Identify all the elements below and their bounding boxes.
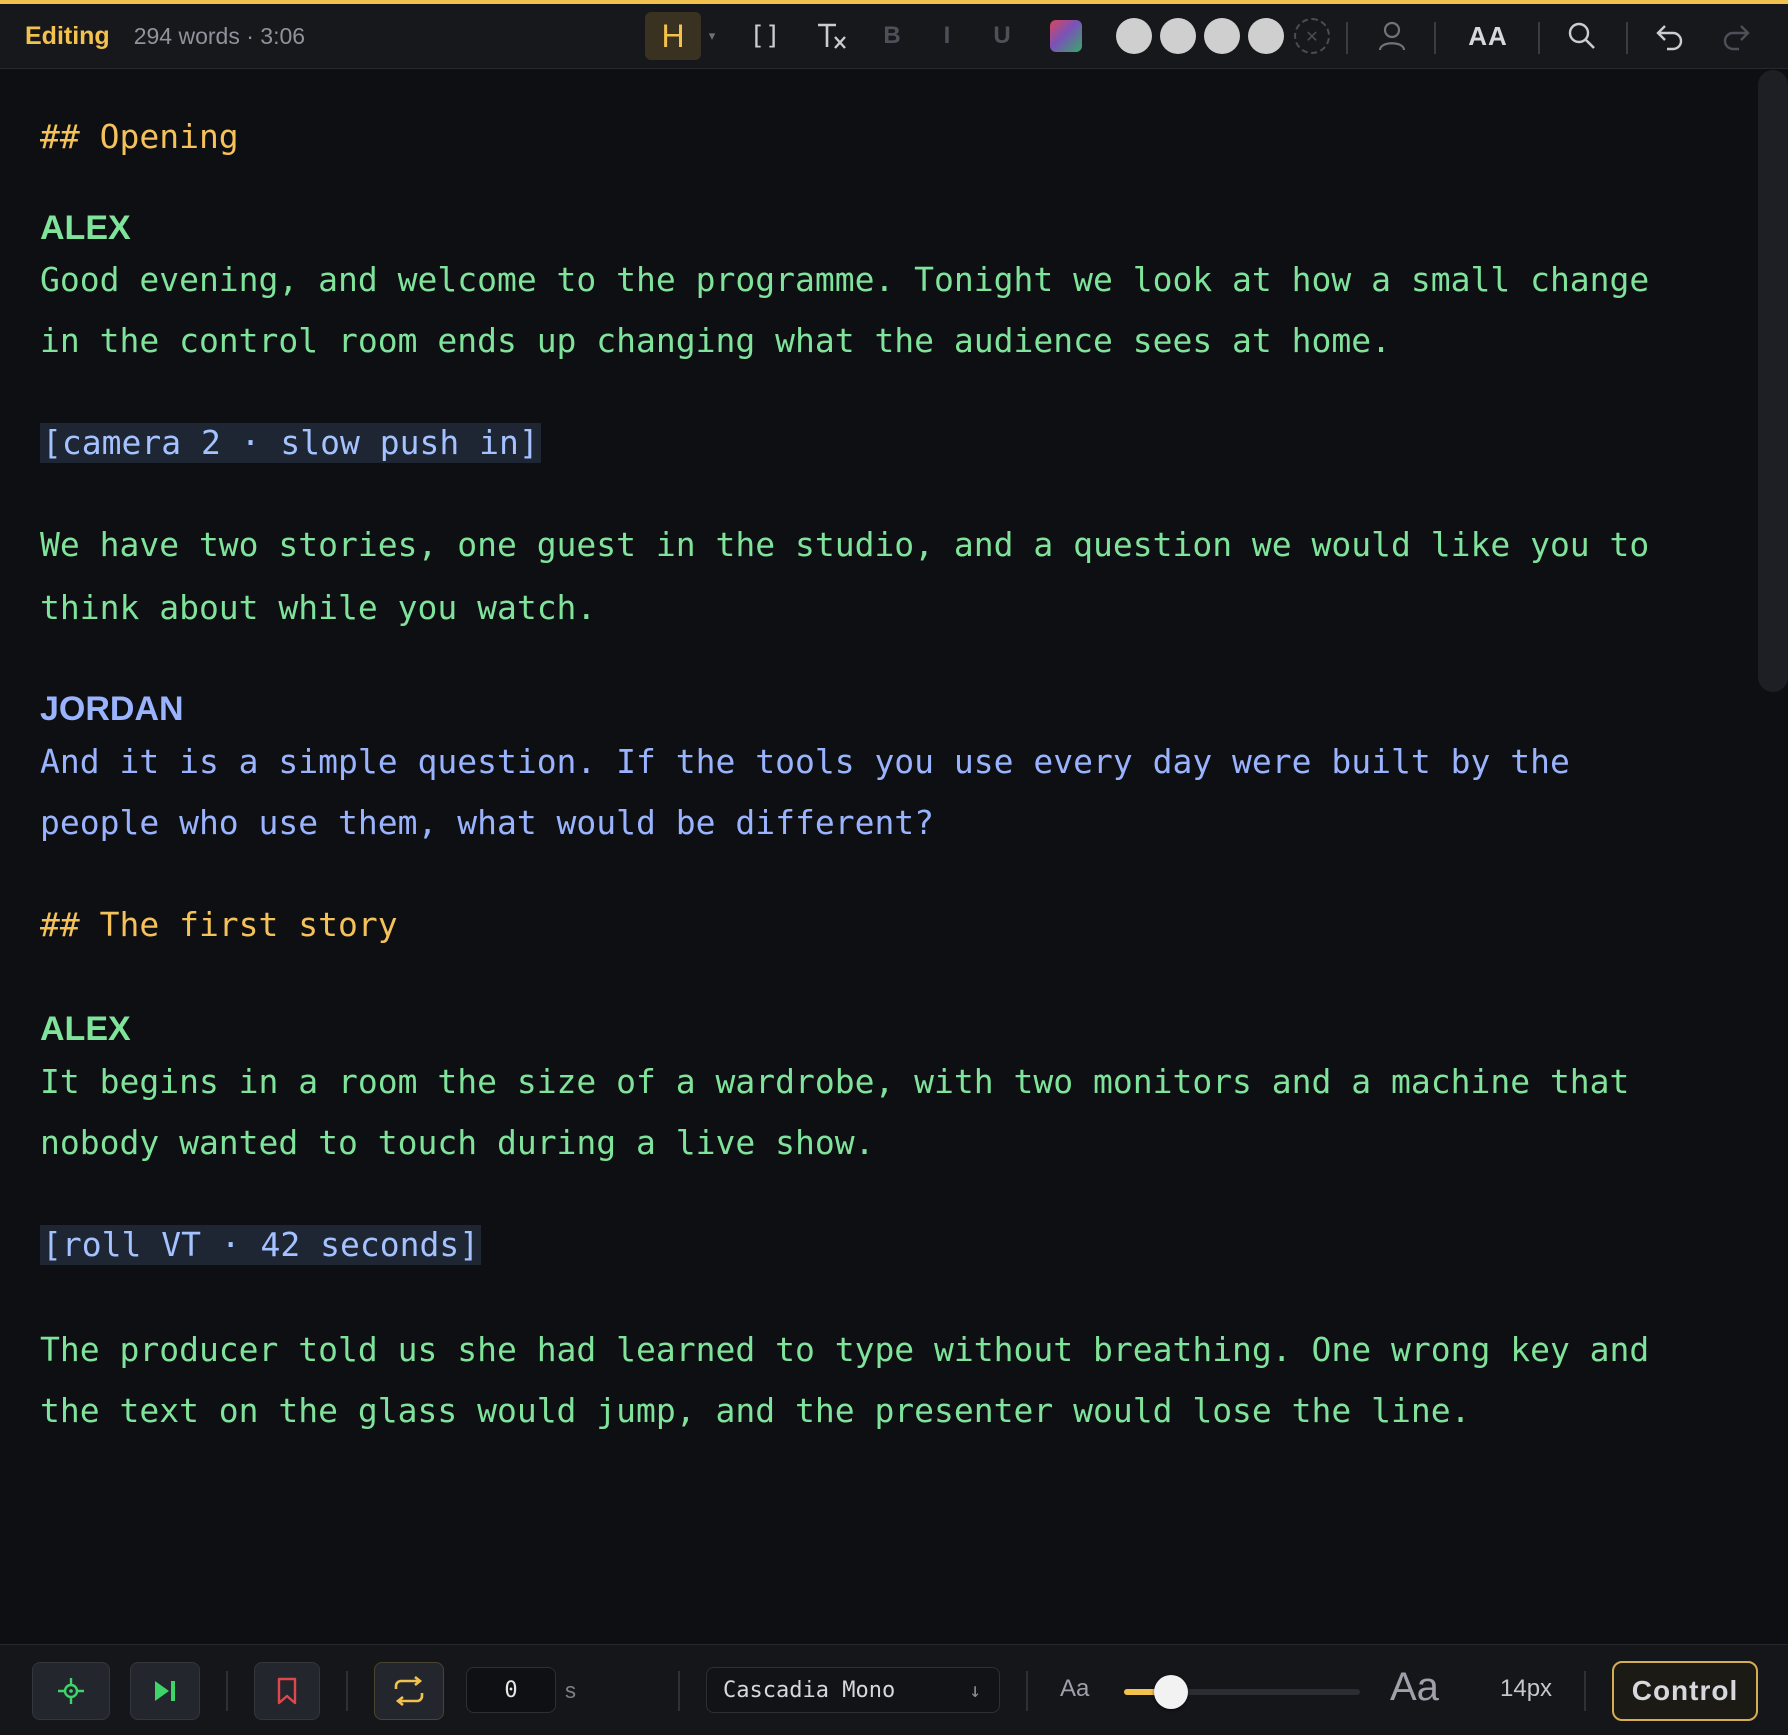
color-dot-3[interactable] bbox=[1202, 12, 1242, 60]
dialogue-line: people who use them, what would be diffe… bbox=[40, 803, 935, 842]
control-divider bbox=[1584, 1671, 1586, 1711]
underline-button[interactable]: U bbox=[985, 12, 1019, 60]
mode-label: Editing bbox=[25, 21, 110, 50]
toolbar-divider bbox=[1538, 22, 1540, 54]
dialogue-line: think about while you watch. bbox=[40, 588, 597, 627]
font-size-min-label: Aa bbox=[1060, 1675, 1090, 1702]
color-dot-2[interactable] bbox=[1158, 12, 1198, 60]
dialogue-line: It begins in a room the size of a wardro… bbox=[40, 1062, 1630, 1101]
clear-format-icon[interactable] bbox=[810, 12, 854, 60]
loop-icon[interactable] bbox=[374, 1662, 444, 1720]
control-divider bbox=[226, 1671, 228, 1711]
heading-button[interactable]: H bbox=[645, 12, 701, 60]
chevron-down-icon: ↓ bbox=[968, 1678, 981, 1702]
toolbar-divider bbox=[1626, 22, 1628, 54]
editor-scrollbar[interactable] bbox=[1758, 70, 1788, 692]
dialogue-line: The producer told us she had learned to … bbox=[40, 1330, 1650, 1369]
word-count-duration: 294 words · 3:06 bbox=[133, 22, 306, 49]
search-icon[interactable] bbox=[1560, 12, 1604, 60]
editor-toolbar: Editing 294 words · 3:06 H ▾ [] B I U ✕ … bbox=[0, 4, 1788, 69]
control-divider bbox=[1026, 1671, 1028, 1711]
crosshair-icon[interactable] bbox=[32, 1662, 110, 1720]
heading-dropdown-icon[interactable]: ▾ bbox=[703, 12, 721, 60]
interval-unit: s bbox=[565, 1678, 576, 1703]
dialogue-line: in the control room ends up changing wha… bbox=[40, 321, 1392, 360]
slider-knob[interactable] bbox=[1154, 1675, 1189, 1709]
section-heading: ## The first story bbox=[40, 905, 398, 944]
control-divider bbox=[346, 1671, 348, 1711]
dialogue-line: And it is a simple question. If the tool… bbox=[40, 742, 1570, 781]
speaker-name: ALEX bbox=[40, 1010, 131, 1048]
stage-cue: [camera 2 · slow push in] bbox=[40, 423, 541, 463]
color-palette-icon[interactable] bbox=[1048, 12, 1084, 60]
color-dot-4[interactable] bbox=[1246, 12, 1286, 60]
font-select[interactable]: Cascadia Mono ↓ bbox=[706, 1667, 1000, 1713]
toolbar-divider bbox=[1346, 22, 1348, 54]
dialogue-line: the text on the glass would jump, and th… bbox=[40, 1391, 1471, 1430]
stage-cue: [roll VT · 42 seconds] bbox=[40, 1225, 482, 1265]
control-button[interactable]: Control bbox=[1612, 1661, 1758, 1721]
script-editor[interactable]: ## Opening ALEX Good evening, and welcom… bbox=[0, 69, 1755, 1644]
bold-button[interactable]: B bbox=[875, 12, 909, 60]
speaker-name: JORDAN bbox=[40, 690, 184, 728]
italic-button[interactable]: I bbox=[930, 12, 964, 60]
font-size-slider[interactable] bbox=[1124, 1675, 1360, 1709]
dialogue-line: We have two stories, one guest in the st… bbox=[40, 525, 1650, 564]
font-size-readout: 14px bbox=[1500, 1675, 1553, 1702]
scrollbar-thumb[interactable] bbox=[1758, 70, 1788, 692]
dialogue-line: nobody wanted to touch during a live sho… bbox=[40, 1123, 875, 1162]
font-size-max-label: Aa bbox=[1390, 1665, 1439, 1709]
section-heading: ## Opening bbox=[40, 117, 239, 156]
undo-icon[interactable] bbox=[1648, 12, 1692, 60]
interval-input[interactable]: 0 bbox=[466, 1667, 556, 1713]
font-select-value: Cascadia Mono bbox=[723, 1677, 896, 1703]
dialogue-line: Good evening, and welcome to the program… bbox=[40, 260, 1650, 299]
person-icon[interactable] bbox=[1370, 12, 1414, 60]
control-divider bbox=[678, 1671, 680, 1711]
toolbar-divider bbox=[1434, 22, 1436, 54]
clear-color-icon[interactable]: ✕ bbox=[1294, 12, 1330, 60]
color-dot-1[interactable] bbox=[1114, 12, 1154, 60]
bookmark-icon[interactable] bbox=[254, 1662, 320, 1720]
cue-bracket-button[interactable]: [] bbox=[745, 12, 785, 60]
playback-controls: 0 s Cascadia Mono ↓ Aa Aa 14px Control bbox=[0, 1644, 1788, 1735]
speaker-name: ALEX bbox=[40, 209, 131, 247]
skip-next-icon[interactable] bbox=[130, 1662, 200, 1720]
text-size-button[interactable]: AA bbox=[1458, 12, 1518, 60]
redo-icon[interactable] bbox=[1714, 12, 1758, 60]
